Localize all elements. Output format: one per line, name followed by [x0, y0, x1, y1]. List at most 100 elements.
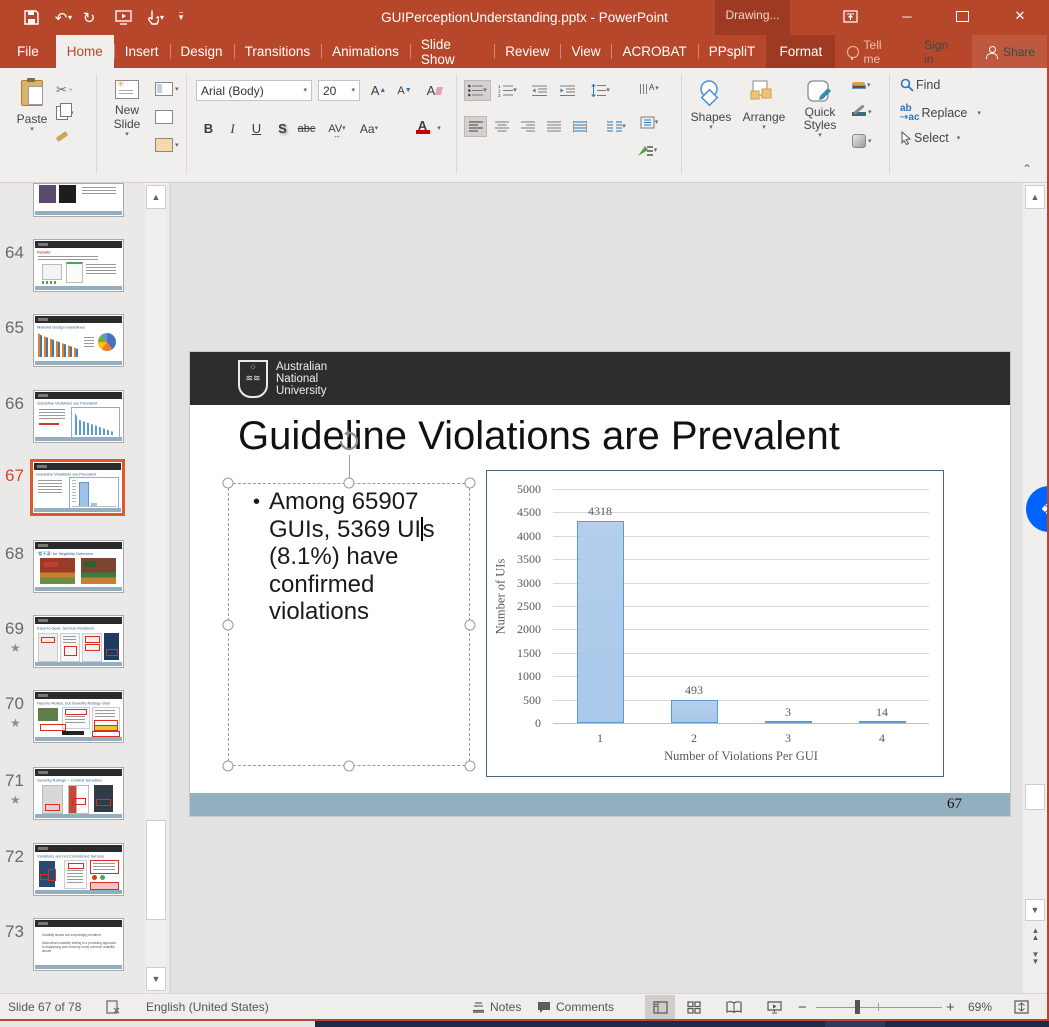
rotate-handle-icon[interactable]: [338, 430, 360, 452]
tab-format[interactable]: Format: [766, 35, 835, 68]
line-spacing-button[interactable]: ▾: [586, 80, 615, 101]
slide-layout-button[interactable]: ▾: [155, 82, 179, 96]
resize-handle-mid-left[interactable]: [223, 620, 234, 631]
slide-sorter-view-icon[interactable]: [679, 995, 709, 1019]
proofing-status-icon[interactable]: [106, 994, 120, 1020]
slide-thumbnail-65[interactable]: Material Design Guidelines: [33, 314, 124, 367]
slide-thumbnail-68[interactable]: "看不清" for Illegibility Detection: [33, 540, 124, 593]
align-right-button[interactable]: [516, 116, 539, 137]
format-painter-button[interactable]: [56, 134, 68, 139]
maximize-icon[interactable]: [940, 0, 984, 32]
language-status[interactable]: English (United States): [146, 994, 269, 1020]
tab-ppsplit[interactable]: PPspliT: [698, 35, 767, 68]
zoom-in-icon[interactable]: +: [946, 994, 955, 1020]
increase-indent-button[interactable]: [556, 80, 579, 101]
align-left-button[interactable]: [464, 116, 487, 137]
shape-outline-button[interactable]: ▾: [852, 108, 872, 116]
font-color-button[interactable]: A: [412, 116, 433, 137]
zoom-level[interactable]: 69%: [968, 994, 992, 1020]
previous-slide-icon[interactable]: ▲▲: [1025, 927, 1046, 941]
customize-qat-icon[interactable]: ▾−: [164, 3, 198, 33]
resize-handle-mid-right[interactable]: [465, 620, 476, 631]
replace-button[interactable]: ab⇢ac Replace▾: [900, 104, 981, 122]
main-scroll-up-icon[interactable]: ▲: [1025, 185, 1045, 209]
copy-button[interactable]: ▾: [56, 106, 74, 120]
reset-slide-button[interactable]: ↺: [155, 110, 174, 124]
increase-font-size-button[interactable]: A▲: [368, 80, 389, 101]
convert-to-smartart-button[interactable]: ▾: [630, 140, 664, 161]
new-slide-button[interactable]: New Slide▾: [103, 80, 151, 138]
resize-handle-bottom-right[interactable]: [465, 761, 476, 772]
close-icon[interactable]: ✕: [995, 0, 1045, 32]
save-icon[interactable]: [14, 3, 48, 33]
tab-view[interactable]: View: [560, 35, 611, 68]
strikethrough-button[interactable]: abc: [296, 118, 317, 139]
shape-effects-button[interactable]: ▾: [852, 134, 872, 148]
select-button[interactable]: Select▾: [900, 131, 960, 145]
reading-view-icon[interactable]: [719, 995, 749, 1019]
find-button[interactable]: Find: [900, 78, 940, 92]
resize-handle-top-center[interactable]: [344, 478, 355, 489]
bullet-text[interactable]: Among 65907 GUIs, 5369 UIs (8.1%) have c…: [269, 488, 469, 626]
slide-thumbnail-70[interactable]: Hard-to-Notice, but Severity Ratings Var…: [33, 690, 124, 743]
tab-transitions[interactable]: Transitions: [234, 35, 322, 68]
shapes-button[interactable]: Shapes▾: [688, 80, 734, 131]
cut-button[interactable]: ✂▾: [56, 82, 72, 98]
share-button[interactable]: Share: [972, 35, 1049, 68]
repeat-icon[interactable]: ↻: [72, 3, 106, 33]
slide-thumbnail-73[interactable]: Usability issues are surprisingly preval…: [33, 918, 124, 971]
resize-handle-bottom-left[interactable]: [223, 761, 234, 772]
tab-acrobat[interactable]: ACROBAT: [611, 35, 697, 68]
tab-animations[interactable]: Animations: [321, 35, 410, 68]
bullet-textbox[interactable]: • Among 65907 GUIs, 5369 UIs (8.1%) have…: [228, 483, 470, 766]
slide-thumbnail-72[interactable]: Violations are not Considered Serious: [33, 843, 124, 896]
change-case-button[interactable]: Aa▾: [356, 118, 382, 139]
decrease-font-size-button[interactable]: A▼: [394, 80, 415, 101]
slide-thumbnail-66[interactable]: Guideline Violations are Prevalent: [33, 390, 124, 443]
slide-thumbnail-71[interactable]: Severity Ratings – Context Sensitive: [33, 767, 124, 820]
text-shadow-button[interactable]: S: [272, 118, 293, 139]
columns-button[interactable]: ▾: [602, 116, 631, 137]
minimize-icon[interactable]: ─: [885, 0, 929, 32]
slide-thumbnail-63[interactable]: [33, 183, 124, 217]
slide-thumbnail-69[interactable]: Easy-to-Spot, Serious Violations: [33, 615, 124, 668]
slide-67[interactable]: ⁘≋≋ Australian National University Guide…: [190, 352, 1010, 816]
zoom-out-icon[interactable]: −: [798, 994, 807, 1020]
tab-design[interactable]: Design: [170, 35, 234, 68]
distribute-text-button[interactable]: [568, 116, 591, 137]
resize-handle-top-right[interactable]: [465, 478, 476, 489]
clear-formatting-button[interactable]: A: [424, 80, 445, 101]
shape-fill-button[interactable]: ▾: [852, 82, 871, 89]
sign-in-button[interactable]: Sign in: [910, 35, 972, 68]
arrange-button[interactable]: Arrange▾: [740, 80, 788, 131]
font-name-combo[interactable]: Arial (Body)▾: [196, 80, 312, 101]
tell-me-button[interactable]: Tell me: [835, 35, 910, 68]
text-direction-button[interactable]: A▾: [634, 78, 664, 99]
thumbnail-scroll-down-icon[interactable]: ▼: [146, 967, 166, 991]
notes-button[interactable]: Notes: [472, 994, 521, 1020]
align-center-button[interactable]: [490, 116, 513, 137]
start-from-beginning-icon[interactable]: [106, 3, 140, 33]
normal-view-icon[interactable]: [645, 995, 675, 1019]
fit-slide-to-window-icon[interactable]: [1014, 994, 1029, 1020]
zoom-slider-thumb[interactable]: [855, 1000, 860, 1014]
main-scrollbar-thumb[interactable]: [1025, 784, 1045, 810]
justify-button[interactable]: [542, 116, 565, 137]
ribbon-display-options-icon[interactable]: [828, 0, 872, 32]
tab-insert[interactable]: Insert: [114, 35, 170, 68]
slide-show-view-icon[interactable]: [759, 995, 789, 1019]
bold-button[interactable]: B: [198, 118, 219, 139]
next-slide-icon[interactable]: ▼▼: [1025, 951, 1046, 965]
main-scroll-down-icon[interactable]: ▼: [1025, 899, 1045, 921]
align-text-button[interactable]: ▾: [634, 112, 664, 133]
font-size-combo[interactable]: 20▾: [318, 80, 360, 101]
thumbnail-scroll-up-icon[interactable]: ▲: [146, 185, 166, 209]
paste-button[interactable]: Paste▾: [10, 80, 54, 133]
main-scrollbar-track[interactable]: [1023, 183, 1047, 993]
character-spacing-button[interactable]: AV↔▾: [324, 118, 350, 139]
section-button[interactable]: ▾: [155, 138, 179, 152]
italic-button[interactable]: I: [222, 118, 243, 139]
slide-thumbnail-67[interactable]: Guideline Violations are Prevalent: [30, 459, 125, 516]
comments-button[interactable]: Comments: [537, 994, 614, 1020]
bullets-button[interactable]: ▾: [464, 80, 491, 101]
